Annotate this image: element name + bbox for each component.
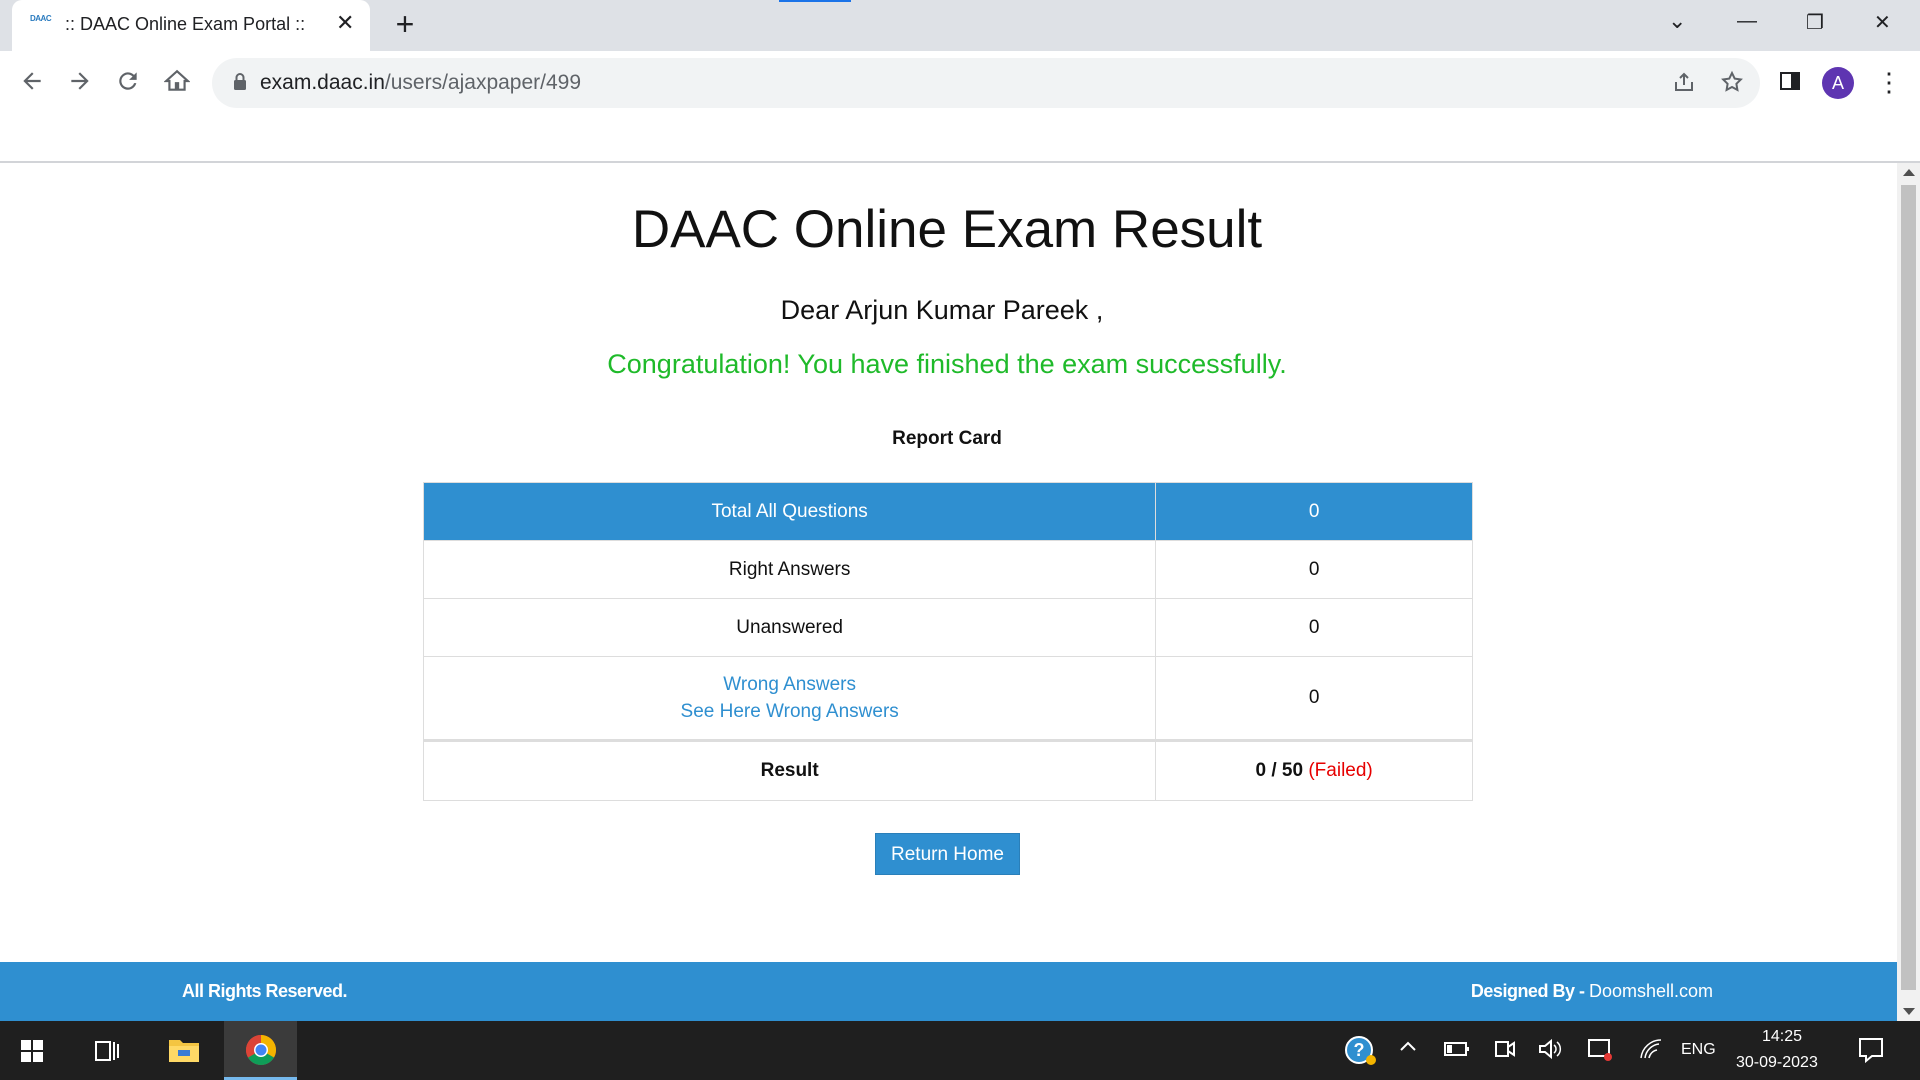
lock-icon[interactable] bbox=[232, 72, 248, 97]
tab-search-icon[interactable]: ⌄ bbox=[1668, 8, 1686, 34]
display-icon[interactable] bbox=[1587, 1038, 1613, 1068]
favicon-icon: DAAC bbox=[30, 14, 52, 23]
task-view-icon[interactable] bbox=[94, 1039, 120, 1080]
scroll-up-icon[interactable] bbox=[1903, 169, 1915, 176]
table-row: Unanswered 0 bbox=[422, 598, 1473, 657]
reload-icon[interactable] bbox=[112, 68, 144, 100]
forward-arrow-icon[interactable] bbox=[64, 68, 96, 100]
scrollbar-thumb[interactable] bbox=[1901, 185, 1916, 990]
wrong-answers-link[interactable]: Wrong Answers bbox=[424, 671, 1155, 698]
battery-icon[interactable] bbox=[1444, 1039, 1470, 1065]
back-arrow-icon[interactable] bbox=[16, 68, 48, 100]
browser-menu-icon[interactable]: ⋮ bbox=[1876, 66, 1902, 98]
vertical-scrollbar[interactable] bbox=[1897, 163, 1920, 1021]
share-icon[interactable] bbox=[1672, 70, 1696, 101]
svg-text:?: ? bbox=[1354, 1040, 1365, 1060]
return-home-button[interactable]: Return Home bbox=[875, 833, 1020, 875]
side-panel-icon[interactable] bbox=[1774, 68, 1806, 100]
star-icon[interactable] bbox=[1720, 70, 1744, 101]
profile-avatar[interactable]: A bbox=[1822, 67, 1854, 99]
wifi-icon[interactable] bbox=[1639, 1038, 1663, 1066]
wrong-answers-value: 0 bbox=[1155, 656, 1473, 742]
tab-title: :: DAAC Online Exam Portal :: bbox=[65, 14, 306, 34]
table-row: Right Answers 0 bbox=[422, 540, 1473, 599]
right-answers-label: Right Answers bbox=[422, 540, 1157, 599]
total-questions-value: 0 bbox=[1155, 482, 1473, 541]
url-text: exam.daac.in/users/ajaxpaper/499 bbox=[260, 71, 581, 95]
close-window-icon[interactable]: ✕ bbox=[1874, 10, 1891, 35]
screen: DAAC :: DAAC Online Exam Portal :: ✕ + ⌄… bbox=[0, 0, 1920, 1080]
table-row: Result 0 / 50 (Failed) bbox=[422, 740, 1473, 801]
language-indicator[interactable]: ENG bbox=[1681, 1041, 1716, 1059]
table-row: Total All Questions 0 bbox=[422, 482, 1473, 541]
footer-designed-by: Designed By - bbox=[1470, 981, 1589, 1001]
volume-icon[interactable] bbox=[1538, 1038, 1562, 1066]
new-tab-button[interactable]: + bbox=[390, 8, 420, 40]
url-path: /users/ajaxpaper/499 bbox=[384, 71, 582, 94]
see-wrong-answers-link[interactable]: See Here Wrong Answers bbox=[424, 698, 1155, 725]
total-questions-label: Total All Questions bbox=[422, 482, 1157, 541]
chrome-icon bbox=[245, 1035, 277, 1066]
right-answers-value: 0 bbox=[1155, 540, 1473, 599]
report-card-title: Report Card bbox=[892, 428, 1002, 449]
restore-icon[interactable]: ❐ bbox=[1806, 10, 1824, 35]
table-row: Wrong Answers See Here Wrong Answers 0 bbox=[422, 656, 1473, 742]
greeting-text: Dear Arjun Kumar Pareek , bbox=[780, 295, 1104, 325]
result-label: Result bbox=[422, 740, 1157, 801]
footer-rights: All Rights Reserved. bbox=[182, 981, 348, 1001]
footer-designer-link[interactable]: Doomshell.com bbox=[1589, 981, 1713, 1001]
browser-tab[interactable]: DAAC :: DAAC Online Exam Portal :: ✕ bbox=[12, 0, 370, 51]
clock-date[interactable]: 30-09-2023 bbox=[1736, 1054, 1818, 1072]
result-status: (Failed) bbox=[1308, 760, 1373, 781]
minimize-icon[interactable]: — bbox=[1737, 10, 1757, 33]
loading-indicator bbox=[779, 0, 851, 2]
report-card-table: Total All Questions 0 Right Answers 0 Un… bbox=[422, 482, 1473, 801]
footer-credit: Designed By - Doomshell.com bbox=[1471, 981, 1713, 1002]
chevron-up-icon[interactable] bbox=[1398, 1037, 1418, 1063]
chrome-taskbar-button[interactable] bbox=[224, 1021, 297, 1080]
unanswered-label: Unanswered bbox=[422, 598, 1157, 657]
success-message: Congratulation! You have finished the ex… bbox=[607, 349, 1287, 379]
scroll-down-icon[interactable] bbox=[1903, 1008, 1915, 1015]
taskbar: ? ENG 14:25 30-09-2023 bbox=[0, 1021, 1920, 1080]
unanswered-value: 0 bbox=[1155, 598, 1473, 657]
page-content: DAAC Online Exam Result Dear Arjun Kumar… bbox=[0, 163, 1897, 1021]
windows-start-icon[interactable] bbox=[20, 1039, 44, 1080]
file-explorer-icon[interactable] bbox=[168, 1036, 200, 1080]
result-value: 0 / 50 (Failed) bbox=[1155, 740, 1473, 801]
url-domain: exam.daac.in bbox=[260, 71, 385, 94]
page-title: DAAC Online Exam Result bbox=[631, 200, 1263, 259]
tab-close-icon[interactable]: ✕ bbox=[336, 12, 354, 34]
help-icon[interactable]: ? bbox=[1344, 1035, 1378, 1073]
address-bar[interactable]: exam.daac.in/users/ajaxpaper/499 bbox=[212, 58, 1760, 108]
wrong-answers-cell: Wrong Answers See Here Wrong Answers bbox=[422, 656, 1157, 742]
notification-icon[interactable] bbox=[1858, 1037, 1884, 1069]
home-icon[interactable] bbox=[161, 68, 193, 100]
meet-icon[interactable] bbox=[1494, 1038, 1516, 1066]
footer: All Rights Reserved. Designed By - Dooms… bbox=[0, 962, 1897, 1021]
result-score: 0 / 50 bbox=[1255, 760, 1304, 781]
clock-time[interactable]: 14:25 bbox=[1762, 1028, 1802, 1046]
tab-strip: DAAC :: DAAC Online Exam Portal :: ✕ + ⌄… bbox=[0, 0, 1920, 51]
